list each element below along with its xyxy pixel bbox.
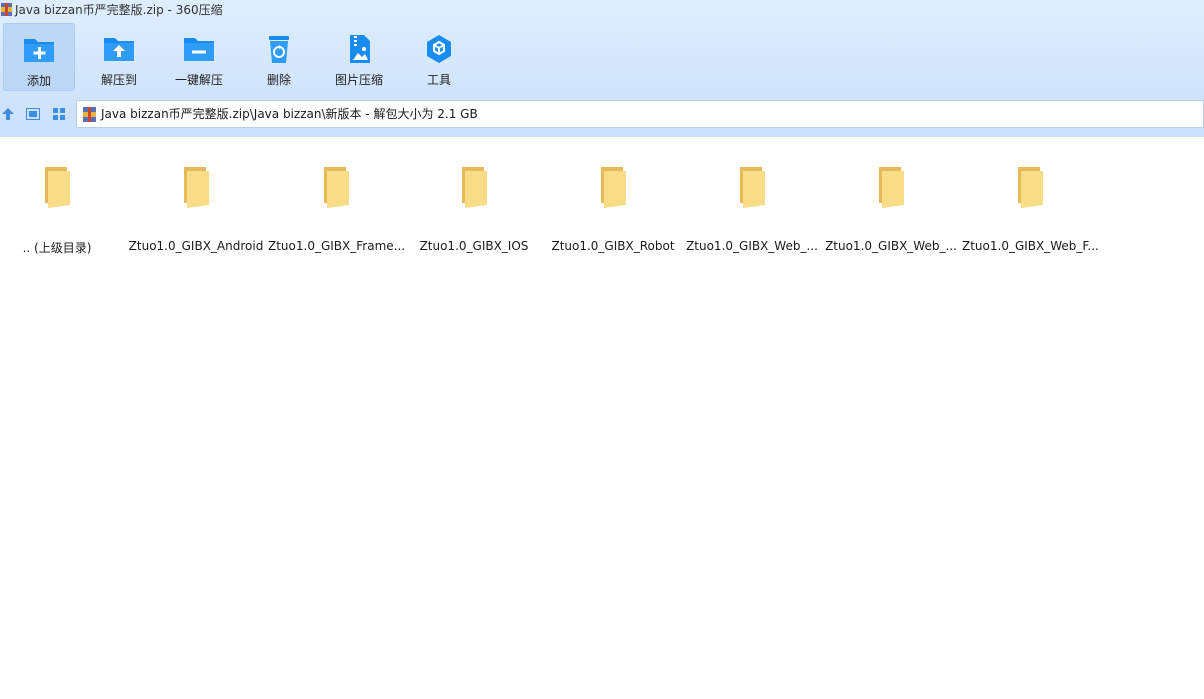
file-name: Ztuo1.0_GIBX_Web_... [686,239,818,253]
list-item[interactable]: Ztuo1.0_GIBX_Web_... [684,163,820,261]
delete-button[interactable]: 删除 [243,23,315,91]
folder-icon [45,167,70,208]
list-item-parent-directory[interactable]: .. (上级目录) [0,163,125,261]
list-item[interactable]: Ztuo1.0_GIBX_Web_... [823,163,959,261]
navigation-bar: Java bizzan币严完整版.zip\Java bizzan\新版本 - 解… [0,100,1204,129]
file-name: Ztuo1.0_GIBX_Web_... [825,239,957,253]
zip-file-icon [83,107,96,122]
detail-view-icon[interactable] [26,107,40,121]
window-title: Java bizzan币严完整版.zip - 360压缩 [15,3,223,17]
image-compress-button[interactable]: 图片压缩 [323,23,395,91]
list-item[interactable]: Ztuo1.0_GIBX_Android [128,163,264,261]
one-click-extract-icon [184,38,214,61]
extract-to-button[interactable]: 解压到 [83,23,155,91]
up-arrow-icon[interactable] [1,107,15,121]
tools-button[interactable]: 工具 [403,23,475,91]
folder-icon [879,167,904,208]
extract-to-label: 解压到 [100,73,137,87]
file-name: Ztuo1.0_GIBX_IOS [419,239,529,253]
folder-icon [601,167,626,208]
file-list-area: .. (上级目录) Ztuo1.0_GIBX_Android Ztuo1.0_G… [0,137,1204,699]
list-item[interactable]: Ztuo1.0_GIBX_Frame... [268,163,404,261]
delete-label: 删除 [266,73,291,87]
file-name: Ztuo1.0_GIBX_Frame... [268,239,404,253]
window: Java bizzan币严完整版.zip - 360压缩 添加 解压到 一键解压… [0,0,1204,699]
file-name: .. (上级目录) [22,241,92,255]
add-button[interactable]: 添加 [3,23,75,91]
address-bar[interactable]: Java bizzan币严完整版.zip\Java bizzan\新版本 - 解… [76,100,1204,128]
extract-to-icon [104,38,134,61]
zip-app-icon [1,3,12,16]
file-name: Ztuo1.0_GIBX_Android [128,239,264,253]
add-folder-icon [24,39,54,62]
one-click-extract-label: 一键解压 [174,73,223,87]
header: Java bizzan币严完整版.zip - 360压缩 添加 解压到 一键解压… [0,0,1204,137]
folder-icon [462,167,487,208]
file-name: Ztuo1.0_GIBX_Robot [551,239,675,253]
address-path: Java bizzan币严完整版.zip\Java bizzan\新版本 - 解… [101,107,478,121]
grid-view-icon[interactable] [52,107,66,121]
image-compress-label: 图片压缩 [334,73,383,87]
list-item[interactable]: Ztuo1.0_GIBX_Robot [545,163,681,261]
file-name: Ztuo1.0_GIBX_Web_F... [962,239,1098,253]
list-item[interactable]: Ztuo1.0_GIBX_IOS [406,163,542,261]
tools-label: 工具 [426,73,451,87]
one-click-extract-button[interactable]: 一键解压 [163,23,235,91]
delete-recycle-icon [269,36,289,63]
folder-icon [324,167,349,208]
folder-icon [1018,167,1043,208]
folder-icon [740,167,765,208]
add-label: 添加 [26,74,51,88]
toolbar: 添加 解压到 一键解压 删除 图片压缩 工具 [0,22,1204,94]
list-item[interactable]: Ztuo1.0_GIBX_Web_F... [962,163,1098,261]
image-compress-icon [350,35,370,63]
title-bar: Java bizzan币严完整版.zip - 360压缩 [0,0,1204,20]
folder-icon [184,167,209,208]
tools-cube-icon [427,35,451,63]
